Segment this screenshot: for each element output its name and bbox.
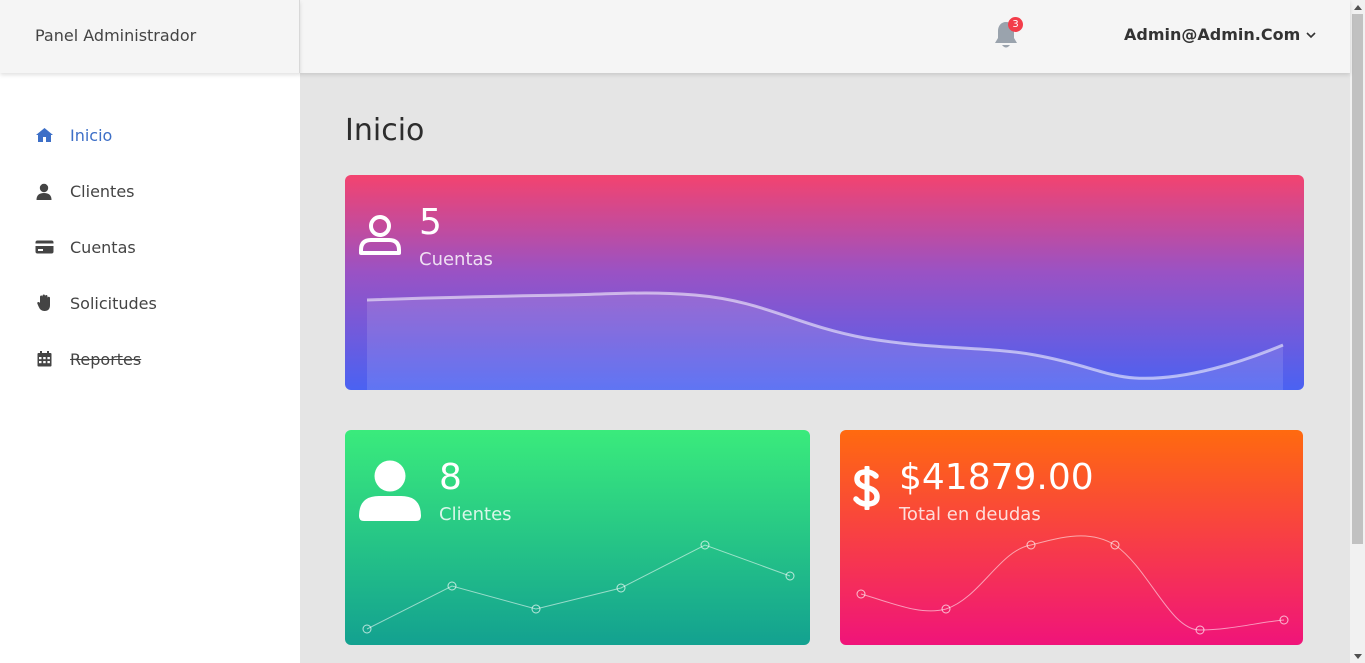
scrollbar-thumb[interactable]	[1352, 14, 1363, 544]
curve-sparkline	[856, 535, 1289, 635]
credit-card-icon	[34, 237, 54, 257]
calendar-icon	[34, 349, 54, 369]
brand-header: Panel Administrador	[0, 0, 300, 73]
sidebar-item-inicio[interactable]: Inicio	[34, 123, 112, 147]
brand-title: Panel Administrador	[35, 26, 197, 45]
stat-card-cuentas[interactable]: 5 Cuentas	[345, 175, 1304, 390]
hand-icon	[34, 293, 54, 313]
sidebar-item-cuentas[interactable]: Cuentas	[34, 235, 136, 259]
user-icon	[34, 181, 54, 201]
chevron-down-icon	[1306, 31, 1316, 38]
sidebar-item-label: Cuentas	[70, 237, 136, 257]
stat-card-deudas[interactable]: $41879.00 Total en deudas	[840, 430, 1303, 645]
sidebar-item-label: Reportes	[70, 349, 142, 369]
vertical-scrollbar[interactable]	[1350, 0, 1365, 663]
sidebar: Inicio Clientes Cuentas Solicitudes Repo…	[0, 73, 300, 663]
line-sparkline	[362, 540, 795, 634]
sidebar-item-solicitudes[interactable]: Solicitudes	[34, 291, 157, 315]
sidebar-item-clientes[interactable]: Clientes	[34, 179, 135, 203]
user-menu[interactable]: Admin@Admin.Com	[1124, 25, 1316, 44]
sidebar-item-label: Clientes	[70, 181, 135, 201]
scroll-down-arrow-icon[interactable]	[1350, 649, 1365, 663]
area-sparkline	[366, 291, 1284, 390]
home-icon	[34, 125, 54, 145]
scroll-up-arrow-icon[interactable]	[1350, 0, 1365, 14]
page-title: Inicio	[345, 113, 425, 148]
stat-card-clientes[interactable]: 8 Clientes	[345, 430, 810, 645]
sidebar-item-label: Solicitudes	[70, 293, 157, 313]
sidebar-item-reportes[interactable]: Reportes	[34, 347, 141, 371]
user-email: Admin@Admin.Com	[1124, 25, 1301, 44]
sidebar-item-label: Inicio	[70, 125, 113, 145]
notification-badge: 3	[1008, 17, 1023, 32]
top-navbar: 3 Admin@Admin.Com	[300, 0, 1350, 73]
